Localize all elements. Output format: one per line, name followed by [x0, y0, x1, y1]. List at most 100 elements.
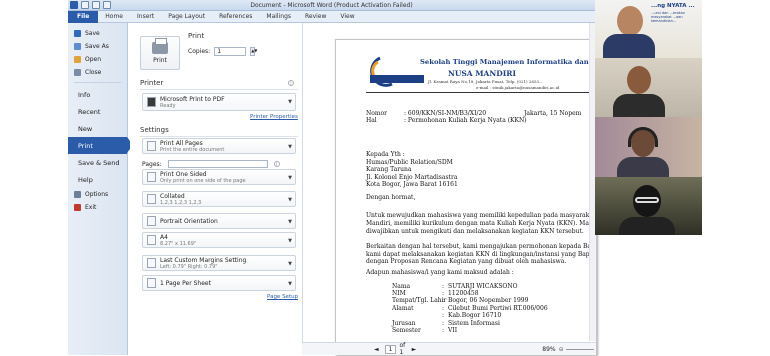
nav-item-label: Save [85, 30, 100, 37]
para1-line: Untuk mewujudkan mahasiswa yang memiliki… [366, 212, 597, 219]
pages-input[interactable] [167, 160, 268, 168]
info-icon[interactable]: i [273, 161, 280, 168]
pages-field: Pages: i [142, 160, 280, 168]
to-line: Karang Taruna [366, 166, 412, 173]
field-label: Alamat [392, 305, 414, 312]
video-tile-participant-3[interactable] [595, 117, 702, 177]
print-button[interactable]: Print [140, 36, 180, 70]
video-tile-participant-2[interactable] [595, 58, 702, 117]
setting-portrait-orientation[interactable]: Portrait Orientation ▼ [142, 213, 296, 229]
chevron-down-icon: ▼ [288, 175, 292, 181]
copies-label: Copies: [188, 48, 211, 55]
setting-text: Print All Pages Print the entire document [160, 140, 224, 153]
field-label: NIM [392, 290, 406, 297]
zoom-slider[interactable] [565, 348, 594, 350]
field-label: Semester [392, 327, 421, 334]
close-icon [74, 69, 81, 76]
tab-file[interactable]: File [68, 10, 99, 23]
chevron-down-icon: ▼ [288, 197, 292, 203]
setting-title: Collated [160, 192, 185, 200]
nusa-mandiri-logo [370, 56, 424, 87]
pages-label: Pages: [142, 160, 162, 168]
field-value: 11200458 [448, 290, 479, 297]
setting-last-custom-margins-setting[interactable]: Last Custom Margins Setting Left: 0.79" R… [142, 255, 296, 271]
printer-dropdown[interactable]: Microsoft Print to PDF Ready ▼ [142, 93, 296, 111]
video-tile-speaker[interactable]: ...ng NYATA ... ...ursi dan ...erakan ma… [595, 0, 702, 58]
tab-insert[interactable]: Insert [130, 11, 161, 23]
tab-home[interactable]: Home [98, 11, 130, 23]
nav-item-options[interactable]: Options [68, 188, 127, 201]
tab-page-layout[interactable]: Page Layout [161, 11, 212, 23]
field-value: Kab.Bogor 16710 [448, 312, 502, 319]
speaker-shirt [603, 34, 655, 58]
nav-item-save-as[interactable]: Save As [68, 40, 127, 53]
nav-item-close[interactable]: Close [68, 66, 127, 79]
to-line: Humas/Public Relation/SDM [366, 158, 453, 166]
video-tile-participant-4[interactable] [595, 177, 702, 235]
zoom-out-icon[interactable]: ⊖ [559, 346, 564, 353]
printer-icon [152, 38, 168, 54]
nav-item-help[interactable]: Help [68, 171, 127, 188]
setting-icon [147, 278, 156, 288]
setting-subtitle: 1,2,3 1,2,3 1,2,3 [160, 199, 202, 206]
nav-item-label: Exit [85, 204, 97, 211]
intro-line: Adapun mahasiswa/i yang kami maksud adal… [366, 269, 514, 276]
tab-review[interactable]: Review [298, 11, 333, 23]
setting-title: A4 [160, 233, 168, 241]
field-label: Jurusan [392, 320, 416, 327]
next-page-icon[interactable]: ► [412, 346, 417, 353]
tab-mailings[interactable]: Mailings [259, 11, 298, 23]
field-label: Nama [392, 283, 411, 290]
document-page: Sekolah Tinggi Manajemen Informatika dan… [335, 39, 597, 355]
page-setup-link[interactable]: Page Setup [267, 294, 298, 300]
prev-page-icon[interactable]: ◄ [374, 346, 379, 353]
printer-name: Microsoft Print to PDF [160, 95, 225, 103]
institution-brand: NUSA MANDIRI [448, 69, 516, 78]
field-colon: : [442, 290, 445, 297]
zoom-level: 89% [542, 345, 556, 353]
copies-input[interactable]: 1 [214, 47, 247, 56]
exit-icon [74, 204, 81, 211]
field-colon: : [442, 283, 445, 290]
setting-print-all-pages[interactable]: Print All Pages Print the entire document… [142, 138, 296, 154]
nav-divider [74, 82, 121, 83]
setting-print-one-sided[interactable]: Print One Sided Only print on one side of… [142, 169, 296, 185]
nav-item-label: Open [85, 56, 102, 63]
setting-a4[interactable]: A4 8.27" x 11.69" ▼ [142, 232, 296, 248]
field-value: SUTARJI WICAKSONO [448, 283, 518, 290]
nav-item-save[interactable]: Save [68, 27, 127, 40]
hal-label: Hal [366, 117, 377, 124]
nav-item-info[interactable]: Info [68, 86, 127, 103]
nav-item-recent[interactable]: Recent [68, 103, 127, 120]
page-number-input[interactable]: 1 [384, 344, 397, 354]
setting-1-page-per-sheet[interactable]: 1 Page Per Sheet ▼ [142, 275, 296, 291]
chevron-down-icon: ▼ [288, 219, 292, 225]
nav-item-new[interactable]: New [68, 120, 127, 137]
printer-properties-link[interactable]: Printer Properties [250, 114, 298, 120]
participant-shirt [617, 157, 669, 177]
nav-item-open[interactable]: Open [68, 53, 127, 66]
nav-item-label: Options [85, 191, 109, 198]
field-colon: : [442, 312, 445, 319]
para2-line: Berkaitan dengan hal tersebut, kami meng… [366, 243, 596, 250]
window-title: Document - Microsoft Word (Product Activ… [250, 2, 413, 9]
participant-shirt [613, 94, 665, 117]
setting-text: Last Custom Margins Setting Left: 0.79" R… [160, 257, 246, 270]
copies-spinner[interactable]: ▲▼ [250, 47, 257, 56]
para1-line: Mandiri, memiliki kurikulum dengan mata … [366, 220, 597, 227]
field-colon: : [442, 327, 445, 334]
chevron-down-icon: ▼ [288, 261, 292, 267]
speaker-avatar [617, 6, 643, 36]
speaker-subtitle: ...ursi dan ...erakan masyarakat ...aan … [651, 11, 686, 23]
nav-item-save-send[interactable]: Save & Send [68, 154, 127, 171]
nav-item-exit[interactable]: Exit [68, 201, 127, 214]
field-colon: : [442, 297, 445, 304]
backstage-nav: Save Save As Open Close Info Recent New Print Sa… [68, 23, 133, 355]
tab-references[interactable]: References [212, 11, 259, 23]
setting-subtitle: 8.27" x 11.69" [160, 240, 197, 247]
nav-item-print[interactable]: Print [68, 137, 133, 154]
setting-collated[interactable]: Collated 1,2,3 1,2,3 1,2,3 ▼ [142, 191, 296, 207]
setting-title: Print All Pages [160, 139, 203, 147]
tab-view[interactable]: View [333, 11, 361, 23]
info-icon[interactable]: i [288, 80, 294, 87]
